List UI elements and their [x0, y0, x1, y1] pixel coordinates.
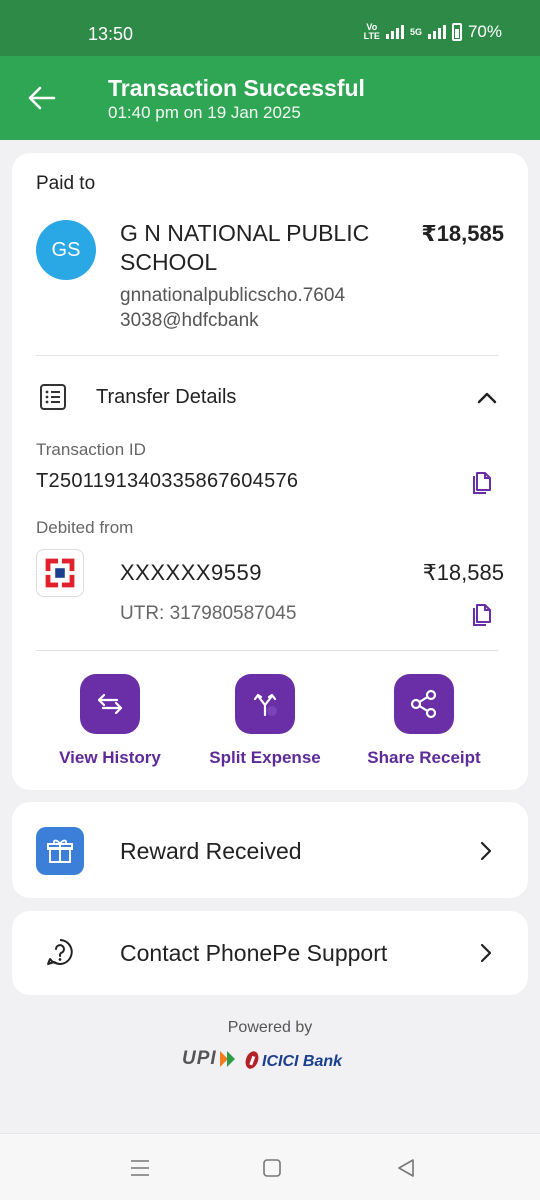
support-row[interactable]: Contact PhonePe Support — [12, 911, 528, 995]
header: Transaction Successful 01:40 pm on 19 Ja… — [0, 56, 540, 140]
chevron-up-icon[interactable] — [476, 387, 498, 409]
account-number: XXXXXX9559 — [120, 560, 262, 585]
volte-indicator: Vo LTE — [363, 22, 380, 41]
utr-number: UTR: 317980587045 — [120, 603, 297, 624]
icici-bank-logo: ICICI Bank — [262, 1053, 343, 1070]
split-icon — [235, 674, 295, 734]
reward-row[interactable]: Reward Received — [12, 802, 528, 898]
avatar: GS — [36, 220, 96, 280]
divider-2 — [36, 650, 498, 651]
split-expense-button[interactable]: Split Expense — [195, 674, 335, 768]
signal-icon — [385, 25, 404, 39]
upi-logo: UPI — [182, 1048, 217, 1069]
signal-icon-2 — [427, 25, 446, 39]
transaction-id-label: Transaction ID — [36, 440, 146, 459]
transaction-timestamp: 01:40 pm on 19 Jan 2025 — [108, 103, 301, 122]
view-history-button[interactable]: View History — [40, 674, 180, 768]
payment-card: Paid to GS G N NATIONAL PUBLIC SCHOOL ₹1… — [12, 153, 528, 790]
payee-upi-id: gnnationalpublicscho.76043038@hdfcbank — [120, 285, 346, 331]
copy-utr-icon[interactable] — [472, 602, 494, 626]
chevron-right-icon-2 — [480, 943, 492, 963]
payee-name: G N NATIONAL PUBLIC SCHOOL — [120, 220, 370, 275]
split-expense-label: Split Expense — [209, 748, 321, 767]
copy-icon[interactable] — [472, 470, 494, 494]
partner-logos: UPI ICICI Bank — [180, 1046, 360, 1076]
hdfc-bank-logo — [36, 549, 84, 597]
status-time: 13:50 — [88, 24, 134, 44]
transfer-details-label: Transfer Details — [96, 386, 237, 408]
transfer-arrows-icon — [80, 674, 140, 734]
help-icon — [47, 939, 73, 965]
menu-icon[interactable] — [128, 1156, 152, 1180]
reward-label: Reward Received — [120, 838, 302, 864]
status-bar: 13:50 Vo LTE 5G 70% — [0, 0, 540, 56]
gift-icon — [36, 827, 84, 875]
list-icon — [40, 384, 66, 410]
debited-from-label: Debited from — [36, 518, 134, 537]
battery-percent: 70% — [467, 22, 502, 41]
chevron-right-icon — [480, 841, 492, 861]
debited-amount: ₹18,585 — [422, 560, 504, 585]
support-label: Contact PhonePe Support — [120, 940, 388, 966]
share-receipt-button[interactable]: Share Receipt — [354, 674, 494, 768]
view-history-label: View History — [59, 748, 161, 767]
icici-emblem-icon — [245, 1051, 259, 1069]
paid-to-label: Paid to — [36, 173, 96, 194]
home-icon[interactable] — [260, 1156, 284, 1180]
payment-amount: ₹18,585 — [421, 221, 504, 246]
share-icon — [394, 674, 454, 734]
powered-by-text: Powered by — [227, 1019, 313, 1036]
upi-arrow-icon — [220, 1051, 235, 1067]
back-nav-icon[interactable] — [394, 1156, 418, 1180]
back-arrow-icon[interactable] — [26, 82, 58, 114]
share-receipt-label: Share Receipt — [367, 748, 481, 767]
network-5g-indicator: 5G — [409, 26, 422, 37]
transaction-id: T2501191340335867604576 — [36, 470, 299, 492]
battery-icon — [451, 23, 462, 41]
divider — [36, 355, 498, 356]
status-icons: Vo LTE 5G 70% — [364, 22, 502, 42]
system-nav-bar — [0, 1133, 540, 1200]
page-title: Transaction Successful — [108, 75, 365, 101]
